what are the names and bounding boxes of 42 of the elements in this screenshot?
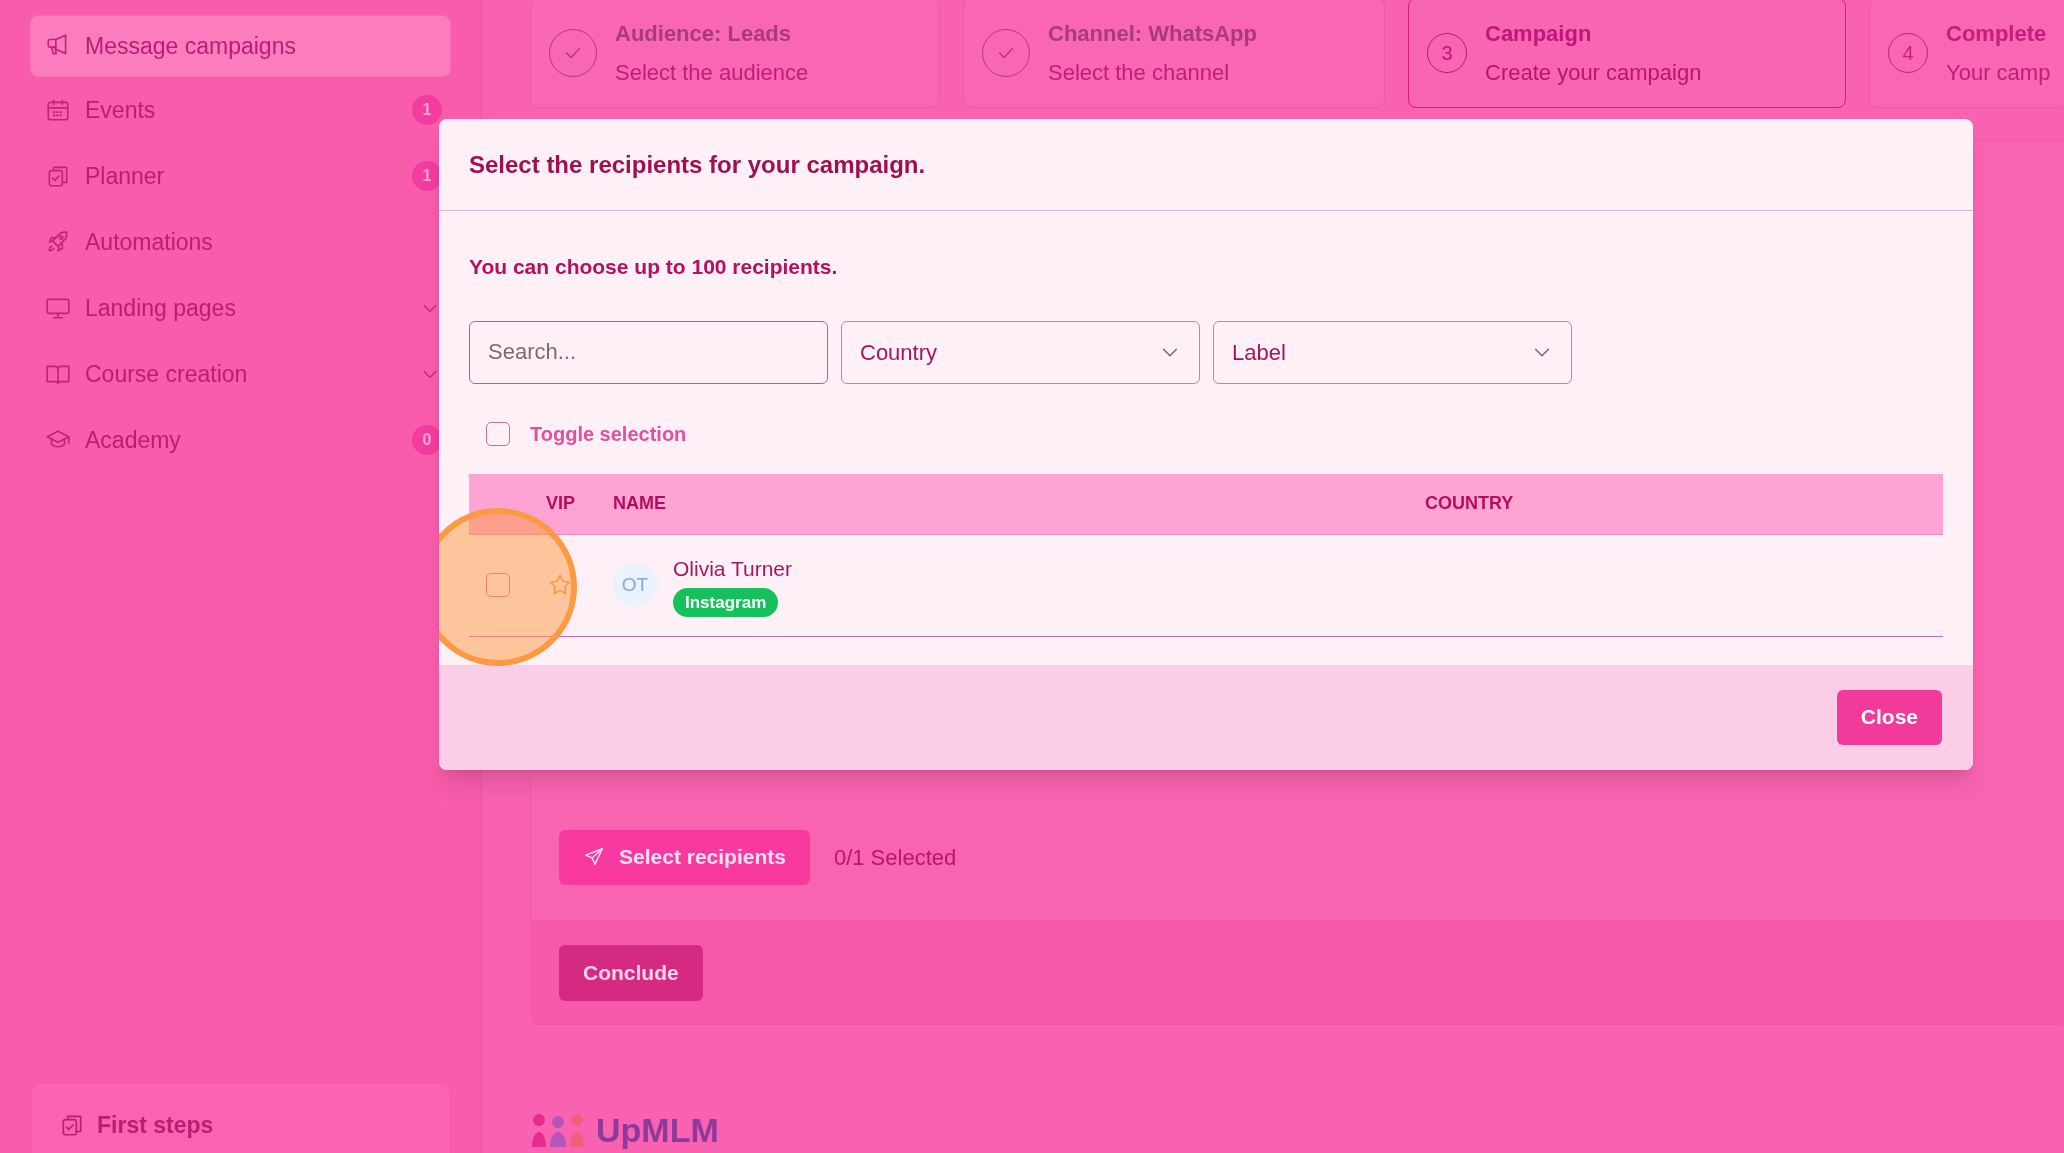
- contact-name: Olivia Turner: [673, 555, 793, 582]
- send-icon: [583, 846, 605, 868]
- sidebar-item[interactable]: Course creation: [30, 341, 451, 407]
- count-badge: 0: [412, 425, 442, 455]
- avatar: OT: [613, 563, 657, 607]
- select-recipients-button[interactable]: Select recipients: [559, 829, 810, 885]
- step-card[interactable]: Channel: WhatsApp Select the channel: [963, 0, 1385, 108]
- step-subtitle: Select the channel: [1048, 59, 1231, 87]
- step-card[interactable]: 4 Complete Your camp: [1869, 0, 2064, 108]
- step-title: Campaign: [1485, 20, 1593, 48]
- conclude-button[interactable]: Conclude: [559, 944, 703, 1001]
- filter-dropdown[interactable]: Country: [841, 320, 1200, 384]
- modal-title: Select the recipients for your campaign.: [439, 119, 1973, 211]
- modal-subtitle: You can choose up to 100 recipients.: [469, 254, 839, 280]
- checkbox[interactable]: [486, 421, 510, 446]
- step-card[interactable]: Audience: Leads Select the audience: [530, 0, 940, 108]
- step-subtitle: Create your campaign: [1485, 59, 1702, 87]
- first-steps-item[interactable]: First steps: [30, 1082, 451, 1153]
- sidebar-item[interactable]: Landing pages: [30, 275, 451, 341]
- step-subtitle: Select the audience: [615, 59, 809, 87]
- sidebar-item[interactable]: Message campaigns: [30, 15, 451, 77]
- step-card[interactable]: 3 Campaign Create your campaign: [1408, 0, 1846, 108]
- count-badge: 1: [412, 95, 442, 125]
- tag-badge: Instagram: [673, 588, 779, 618]
- step-title: Audience: Leads: [615, 20, 793, 48]
- step-subtitle: Your camp: [1946, 59, 2051, 87]
- column-header: COUNTRY: [1425, 492, 1514, 515]
- selected-count: 0/1 Selected: [833, 843, 957, 872]
- column-header: VIP: [545, 492, 576, 515]
- checkbox[interactable]: [486, 573, 510, 597]
- toggle-selection-label: Toggle selection: [530, 421, 687, 447]
- people-logo-icon: [530, 1113, 586, 1147]
- filter-dropdown[interactable]: Label: [1213, 320, 1572, 384]
- step-title: Complete: [1946, 20, 2048, 48]
- calendar-icon: [45, 97, 71, 123]
- count-badge: 1: [412, 161, 442, 191]
- column-header: NAME: [613, 492, 667, 515]
- search-field[interactable]: Search...: [469, 320, 828, 384]
- close-button[interactable]: Close: [1836, 689, 1942, 745]
- step-title: Channel: WhatsApp: [1048, 20, 1257, 48]
- sidebar-item[interactable]: Automations: [30, 209, 451, 275]
- logo-text: UpMLM: [596, 1113, 719, 1147]
